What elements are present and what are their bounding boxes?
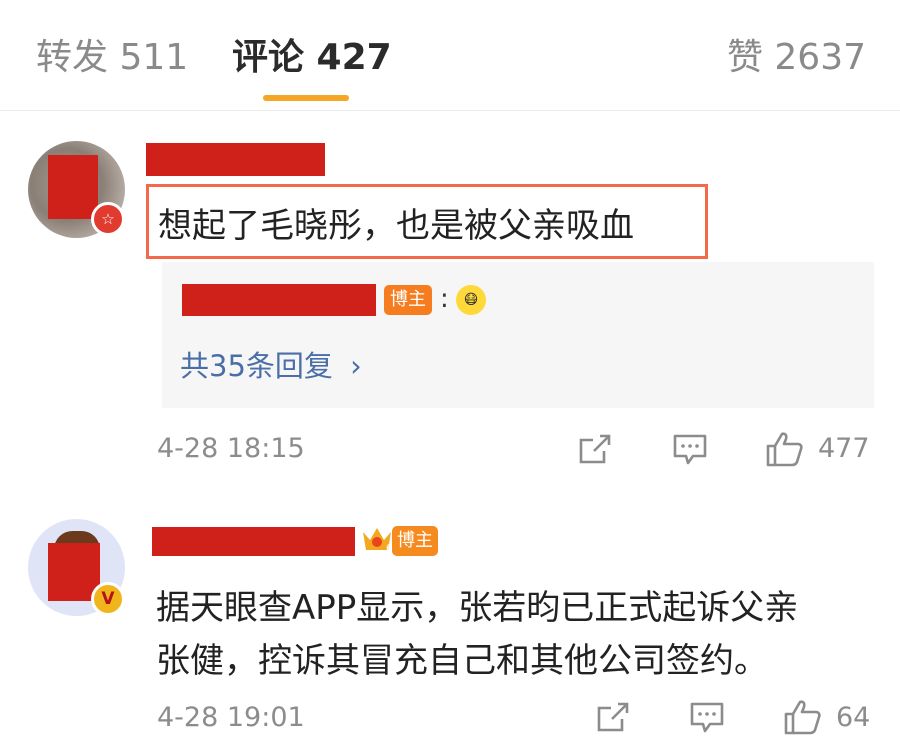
- comment-text-line-2: 张健，控诉其冒充自己和其他公司签约。: [156, 641, 768, 681]
- thumbs-up-icon[interactable]: [765, 430, 805, 468]
- username-redaction[interactable]: [152, 527, 355, 556]
- reply-username-redaction[interactable]: [182, 284, 376, 316]
- tab-bar: 转发 511 评论 427 赞 2637: [0, 0, 900, 110]
- avatar-redaction: [48, 155, 98, 219]
- comment-text-line-1: 据天眼查APP显示，张若昀已正式起诉父亲: [156, 588, 799, 628]
- reply-preview[interactable]: 博主 : 😷 共35条回复 ›: [162, 262, 874, 408]
- more-replies-label: 共35条回复: [180, 349, 333, 383]
- divider: [0, 110, 900, 111]
- vip-level-icon: 6: [363, 528, 392, 554]
- comment-time: 4-28 18:15: [157, 433, 305, 464]
- username-redaction[interactable]: [146, 143, 325, 176]
- chevron-right-icon: ›: [350, 349, 362, 383]
- thumbs-up-icon[interactable]: [783, 698, 823, 736]
- vip-badge-icon: V: [91, 582, 125, 616]
- reply-separator: :: [440, 284, 449, 314]
- tab-repost[interactable]: 转发 511: [36, 28, 188, 80]
- author-tag: 博主: [392, 526, 438, 556]
- more-replies-link[interactable]: 共35条回复 ›: [180, 343, 362, 385]
- comment-icon[interactable]: [672, 433, 708, 467]
- like-count: 477: [818, 433, 870, 464]
- tab-likes[interactable]: 赞 2637: [727, 28, 866, 80]
- mask-face-icon: 😷: [456, 285, 486, 315]
- comment-icon[interactable]: [689, 701, 725, 735]
- active-tab-indicator: [263, 95, 349, 101]
- share-icon[interactable]: [596, 701, 630, 733]
- verified-badge-icon: ☆: [91, 202, 125, 236]
- like-count: 64: [836, 702, 871, 733]
- tab-comments[interactable]: 评论 427: [232, 28, 392, 80]
- share-icon[interactable]: [578, 433, 612, 465]
- comment-time: 4-28 19:01: [157, 702, 305, 733]
- author-tag: 博主: [384, 285, 432, 315]
- comment-text: 想起了毛晓彤，也是被父亲吸血: [158, 206, 634, 246]
